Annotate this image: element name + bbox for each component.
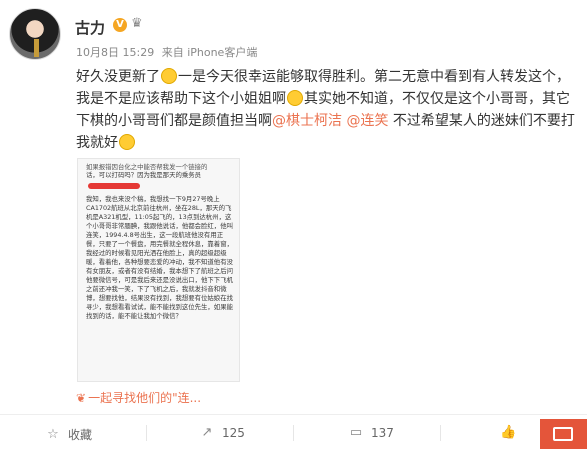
post-source: 来自 iPhone客户端 bbox=[161, 46, 258, 59]
avatar-image bbox=[34, 39, 39, 57]
cry-emoji-icon bbox=[119, 134, 135, 150]
action-bar: ☆ 收藏 ↗ 125 ▭ 137 👍 bbox=[0, 415, 587, 449]
image-body-text: 我知，我也来没个稿，我想找一下9月27号晚上CA1702航班从北京前往杭州，坐在… bbox=[86, 195, 233, 320]
grin-emoji-icon bbox=[287, 90, 303, 106]
comment-icon: ▭ bbox=[349, 425, 363, 440]
post-text-part-1: 好久没更新了 bbox=[76, 69, 160, 85]
chat-button[interactable] bbox=[540, 419, 587, 449]
favorite-label: 收藏 bbox=[68, 428, 93, 442]
avatar[interactable] bbox=[9, 8, 61, 60]
verified-icon: V bbox=[113, 18, 127, 32]
star-icon: ☆ bbox=[47, 426, 59, 442]
action-separator bbox=[293, 425, 294, 441]
chat-icon bbox=[553, 427, 573, 441]
comment-count: 137 bbox=[371, 426, 394, 440]
forward-button[interactable]: ↗ 125 bbox=[200, 425, 245, 441]
post-meta: 10月8日 15:29 来自 iPhone客户端 bbox=[76, 44, 257, 60]
post-image[interactable]: 如果报错因台化之中能否帮我发一个链接的 话，可以打码吗？因为我是那天的乘务员 我… bbox=[77, 158, 240, 382]
topic-link[interactable]: ❦ 一起寻找他们的"连... bbox=[76, 389, 201, 406]
image-header-line: 如果报错因台化之中能否帮我发一个链接的 bbox=[86, 163, 208, 171]
laugh-emoji-icon bbox=[161, 68, 177, 84]
username[interactable]: 古力 bbox=[75, 17, 105, 38]
forward-count: 125 bbox=[222, 426, 245, 440]
action-separator bbox=[440, 425, 441, 441]
thumbs-up-icon: 👍 bbox=[500, 425, 517, 440]
like-button[interactable]: 👍 bbox=[500, 426, 522, 440]
post-text: 好久没更新了 一是今天很幸运能够取得胜利。第二无意中看到有人转发这个，我是不是应该… bbox=[76, 66, 576, 154]
topic-link-text: 一起寻找他们的"连... bbox=[88, 391, 202, 405]
comment-button[interactable]: ▭ 137 bbox=[349, 425, 394, 441]
crown-icon: ♛ bbox=[131, 16, 143, 31]
forward-icon: ↗ bbox=[201, 425, 213, 440]
mention-link[interactable]: @棋士柯洁 bbox=[272, 113, 342, 129]
topic-icon: ❦ bbox=[76, 391, 87, 405]
favorite-button[interactable]: ☆ 收藏 bbox=[46, 426, 92, 443]
mention-link[interactable]: @连笑 bbox=[346, 113, 388, 129]
action-separator bbox=[146, 425, 147, 441]
post-time[interactable]: 10月8日 15:29 bbox=[76, 46, 154, 59]
image-header-line: 话，可以打码吗？因为我是那天的乘务员 bbox=[86, 171, 202, 179]
redaction-mark bbox=[88, 183, 140, 189]
